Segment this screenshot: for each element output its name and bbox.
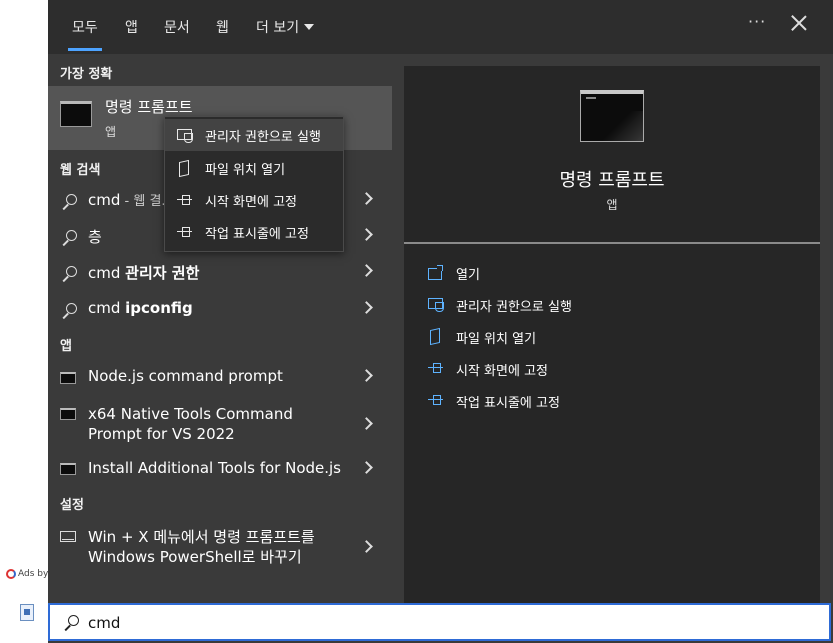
action-open-file-location[interactable]: 파일 위치 열기 [426,323,806,351]
background-window [0,0,48,643]
file-location-icon [428,329,444,343]
tab-web[interactable]: 웹 [216,17,229,37]
context-item-label: 시작 화면에 고정 [205,195,297,210]
web-result-text: 층 [88,228,102,246]
tab-apps[interactable]: 앱 [125,17,138,37]
cmd-icon [580,90,644,142]
search-icon [60,193,78,211]
cmd-icon [60,463,76,475]
chevron-right-icon[interactable] [360,540,373,553]
app-result-row[interactable]: x64 Native Tools Command Prompt for VS 2… [48,398,392,450]
context-menu: 관리자 권한으로 실행 파일 위치 열기 시작 화면에 고정 작업 표시줄에 고… [164,116,344,252]
close-icon[interactable] [790,14,808,32]
detail-title: 명령 프롬프트 [559,170,665,191]
chevron-right-icon[interactable] [360,228,373,241]
settings-result-label: Win + X 메뉴에서 명령 프롬프트를 Windows PowerShell… [88,528,315,566]
settings-heading: 설정 [60,498,84,513]
cmd-icon [60,101,92,127]
chevron-right-icon[interactable] [360,461,373,474]
pin-icon [428,361,444,375]
ads-label: Ads by [6,569,48,579]
cmd-icon [60,372,76,384]
context-item-label: 작업 표시줄에 고정 [205,227,309,242]
search-box[interactable] [48,603,831,641]
apps-heading: 앱 [60,339,72,354]
tab-all[interactable]: 모두 [68,17,102,51]
settings-window-icon [60,531,76,542]
chevron-right-icon[interactable] [360,301,373,314]
tab-more-label: 더 보기 [256,20,300,36]
file-icon [20,604,34,621]
app-result-label: x64 Native Tools Command Prompt for VS 2… [88,405,293,443]
file-location-icon [177,161,193,175]
search-input[interactable] [88,611,788,635]
settings-result-row[interactable]: Win + X 메뉴에서 명령 프롬프트를 Windows PowerShell… [48,521,392,573]
search-icon [60,265,78,283]
context-item-label: 파일 위치 열기 [205,163,286,178]
best-match-name: 명령 프롬프트 [105,98,193,116]
tab-documents[interactable]: 문서 [164,17,190,37]
detail-pane: 명령 프롬프트 앱 열기 관리자 권한으로 실행 파일 위치 열기 시작 화면에… [404,66,820,603]
best-match-heading: 가장 정확 [60,67,113,82]
open-icon [428,265,444,280]
action-open[interactable]: 열기 [426,259,806,287]
action-label: 시작 화면에 고정 [456,364,548,379]
best-match-type: 앱 [105,125,117,139]
divider [404,242,820,244]
context-open-file-location[interactable]: 파일 위치 열기 [165,152,343,184]
chevron-right-icon[interactable] [360,192,373,205]
pin-icon [428,393,444,407]
caret-down-icon [304,24,315,30]
chevron-right-icon[interactable] [360,264,373,277]
app-result-label: Node.js command prompt [88,367,283,385]
web-result-row[interactable]: cmd ipconfig [48,291,392,327]
search-icon [60,302,78,320]
pin-icon [177,193,193,207]
action-label: 열기 [456,268,480,283]
icon-glare [603,111,643,141]
context-pin-to-start[interactable]: 시작 화면에 고정 [165,184,343,216]
web-result-bold: ipconfig [125,299,193,317]
search-icon [60,229,78,247]
context-item-label: 관리자 권한으로 실행 [205,130,321,145]
chevron-right-icon[interactable] [360,369,373,382]
more-options-button[interactable]: ··· [748,12,766,31]
web-search-heading: 웹 검색 [60,163,101,178]
chevron-right-icon[interactable] [360,417,373,430]
web-result-text: cmd [88,264,126,282]
start-search-panel: 모두 앱 문서 웹 더 보기 ··· 가장 정확 명령 프롬프트 앱 웹 검색 … [48,0,833,643]
admin-shield-icon [177,128,193,143]
cmd-icon [60,408,76,420]
web-result-row[interactable]: cmd 관리자 권한 [48,254,392,290]
app-result-row[interactable]: Node.js command prompt [48,359,392,395]
tab-more[interactable]: 더 보기 [256,17,315,37]
web-result-text: cmd [88,299,126,317]
app-result-label: Install Additional Tools for Node.js [88,459,342,477]
search-tabs-bar: 모두 앱 문서 웹 더 보기 ··· [48,0,833,54]
action-run-as-admin[interactable]: 관리자 권한으로 실행 [426,291,806,319]
action-label: 작업 표시줄에 고정 [456,396,560,411]
pin-icon [177,225,193,239]
action-pin-to-taskbar[interactable]: 작업 표시줄에 고정 [426,387,806,415]
action-pin-to-start[interactable]: 시작 화면에 고정 [426,355,806,383]
admin-shield-icon [428,297,444,312]
action-label: 관리자 권한으로 실행 [456,300,572,315]
search-icon [62,614,80,632]
context-run-as-admin[interactable]: 관리자 권한으로 실행 [165,119,343,151]
detail-type: 앱 [606,198,618,212]
web-result-bold: 관리자 권한 [125,264,200,282]
web-result-text: cmd [88,191,121,209]
action-label: 파일 위치 열기 [456,332,537,347]
context-pin-to-taskbar[interactable]: 작업 표시줄에 고정 [165,216,343,248]
app-result-row[interactable]: Install Additional Tools for Node.js [48,451,392,487]
ads-logo-icon [6,569,16,579]
